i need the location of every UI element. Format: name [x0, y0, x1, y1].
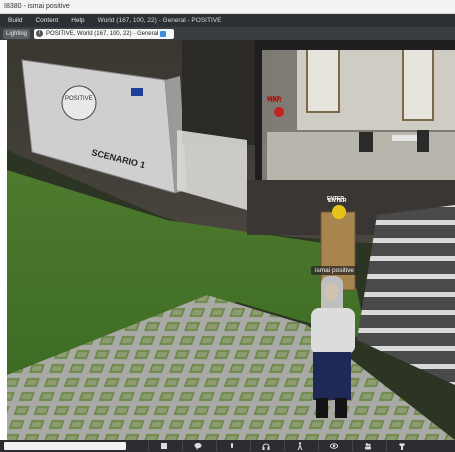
enter-floating-label: ENTER [327, 196, 344, 202]
menu-location-text: World (167, 100, 22) - General - POSITIV… [97, 17, 222, 24]
building-window-2 [402, 41, 434, 121]
info-icon[interactable]: i [36, 30, 44, 37]
building-window [306, 41, 340, 113]
nearby-chat-input[interactable] [4, 442, 126, 450]
favorite-icon[interactable] [160, 30, 167, 37]
speak-icon[interactable] [216, 441, 247, 451]
enter-button-icon[interactable] [332, 205, 346, 219]
lighting-button[interactable]: Lighting [3, 28, 31, 39]
move-icon[interactable] [284, 441, 315, 451]
chair [359, 132, 373, 152]
hint-button-icon[interactable] [274, 107, 284, 117]
menu-build[interactable]: Build [8, 14, 22, 27]
avatar-name-tag: ismai positive [311, 266, 359, 275]
world-view[interactable]: POSITIVE SCENARIO 1 HINT ENTER [7, 40, 455, 440]
bottom-toolbar [0, 440, 455, 452]
viewer-window: I8380 - ismai positive Build Content Hel… [0, 0, 455, 452]
location-text: POSITIVE, World (167, 100, 22) - General [46, 30, 159, 37]
eu-flag [131, 88, 143, 96]
navigation-bar: Lighting i POSITIVE, World (167, 100, 22… [0, 27, 455, 40]
window-title-bar: I8380 - ismai positive [0, 0, 455, 14]
menu-help[interactable]: Help [71, 14, 84, 27]
main-menu-bar: Build Content Help World (167, 100, 22) … [0, 14, 455, 27]
menu-content[interactable]: Content [35, 14, 58, 27]
appearance-icon[interactable] [386, 441, 417, 451]
chat-icon[interactable] [182, 441, 213, 451]
logo-text: POSITIVE [65, 96, 93, 102]
positive-logo [61, 85, 97, 121]
view-icon[interactable] [318, 441, 349, 451]
location-input[interactable]: i POSITIVE, World (167, 100, 22) - Gener… [34, 28, 175, 39]
headset-icon[interactable] [250, 441, 281, 451]
hint-floating-label: HINT [267, 96, 280, 102]
chair-2 [417, 130, 429, 152]
build-icon[interactable] [148, 441, 179, 451]
window-title: I8380 - ismai positive [4, 3, 70, 10]
building-frame-beam [255, 40, 455, 50]
people-icon[interactable] [352, 441, 383, 451]
